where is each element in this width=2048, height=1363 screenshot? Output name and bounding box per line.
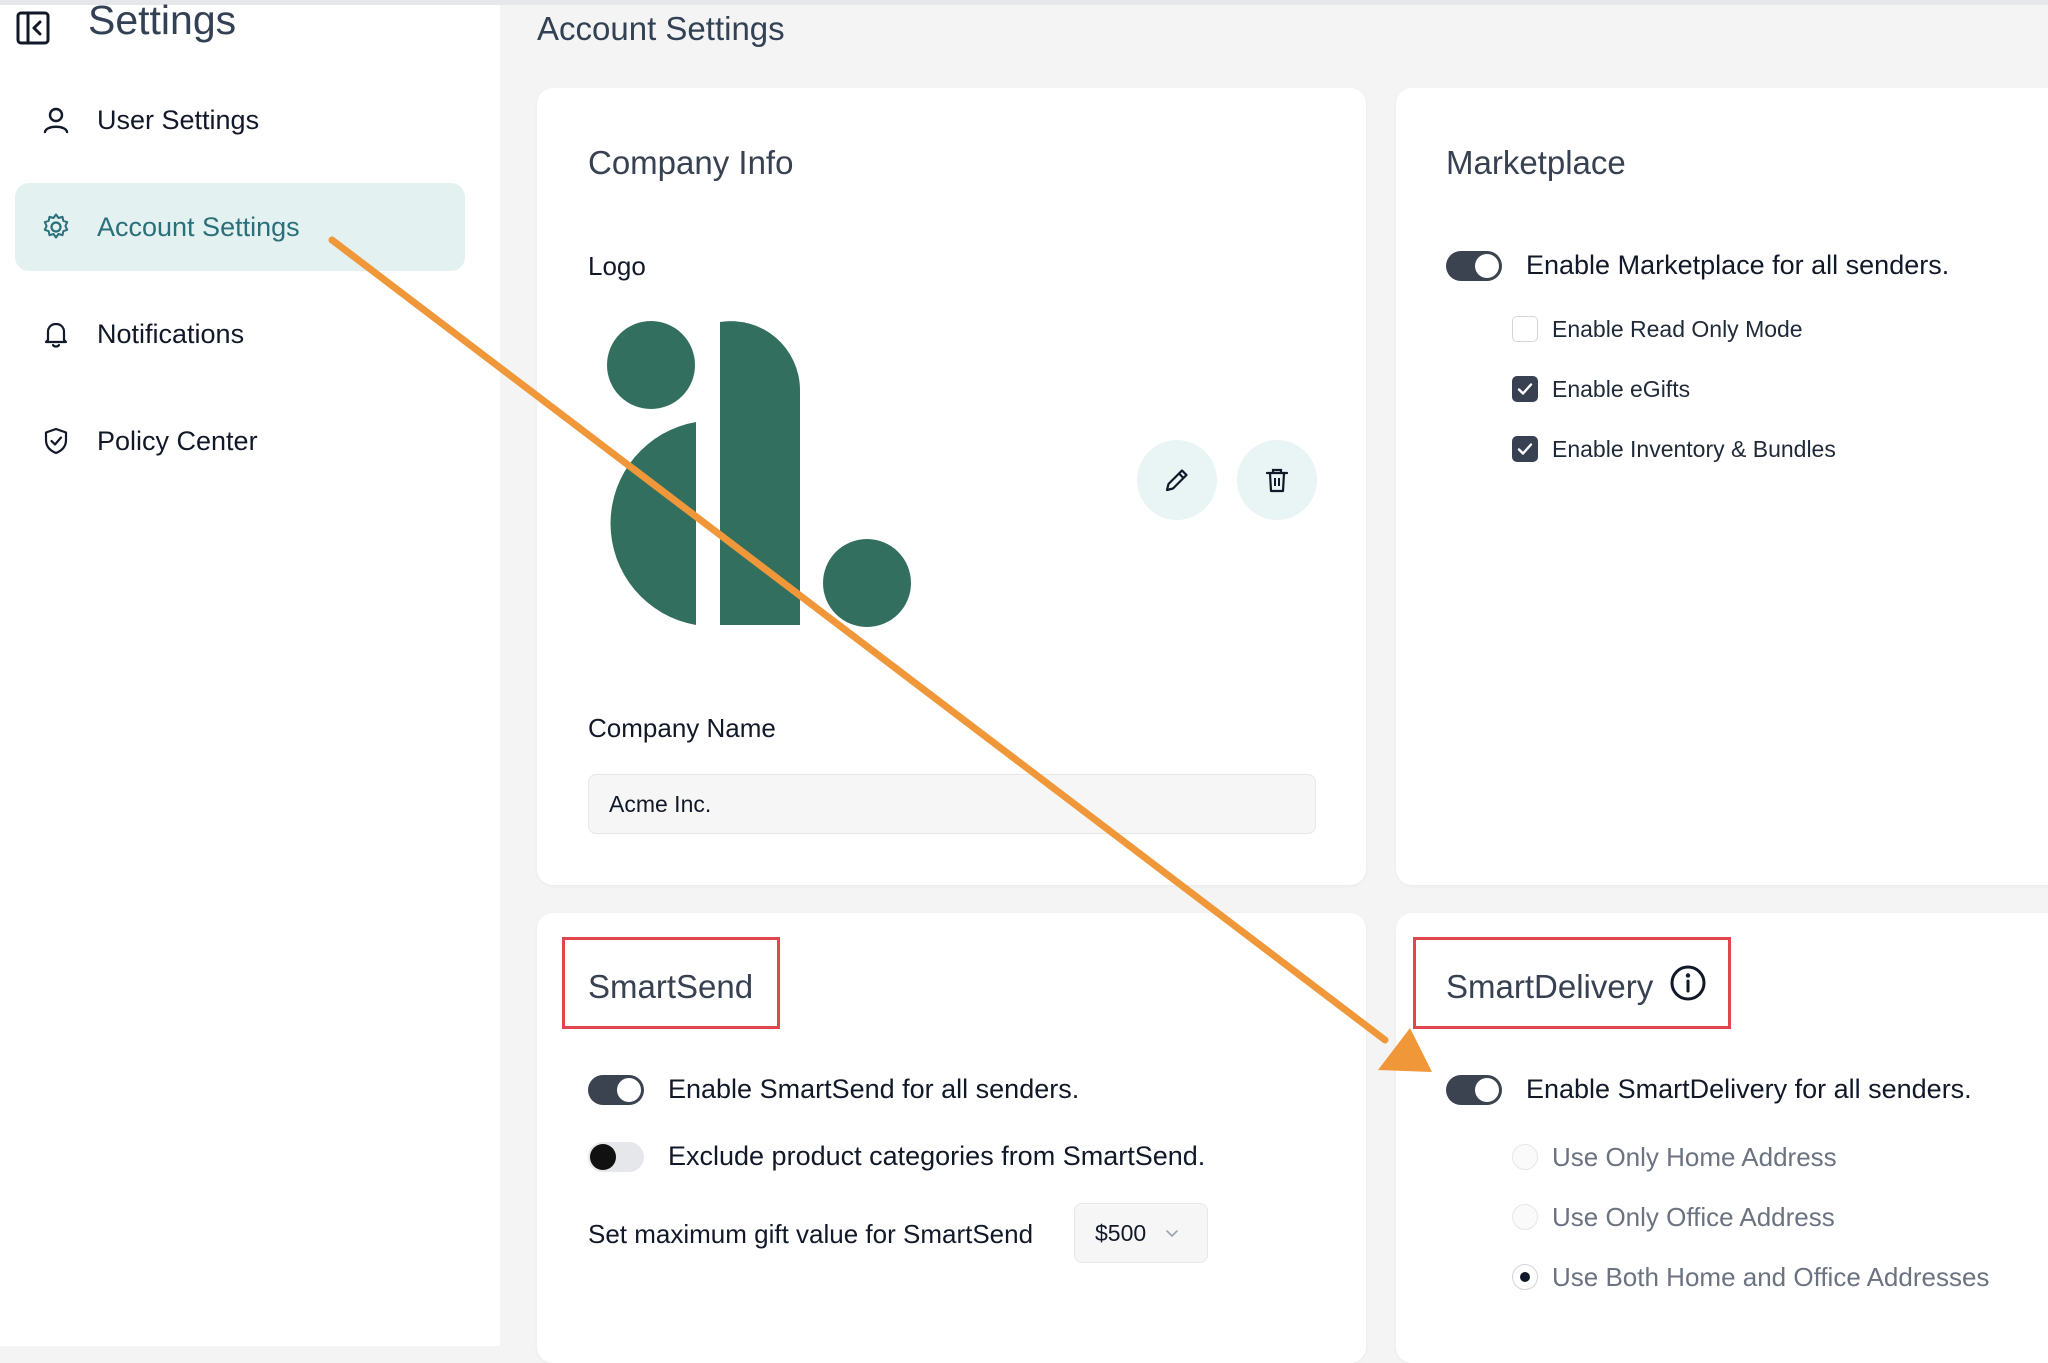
company-logo: [607, 321, 911, 627]
marketplace-card: [1396, 88, 2048, 885]
egifts-checkbox[interactable]: [1512, 376, 1538, 402]
max-gift-value: $500: [1095, 1219, 1147, 1246]
company-name-label: Company Name: [588, 713, 776, 743]
sidebar-item-label: Account Settings: [97, 211, 300, 242]
sidebar-item-notifications[interactable]: Notifications: [15, 290, 465, 378]
egifts-label: Enable eGifts: [1552, 376, 1691, 402]
smartsend-toggle-label: Enable SmartSend for all senders.: [668, 1074, 1080, 1104]
smartsend-highlight-box: [562, 937, 780, 1029]
marketplace-toggle[interactable]: [1446, 251, 1502, 281]
checkmark-icon: [1517, 383, 1533, 395]
delete-logo-button[interactable]: [1237, 440, 1317, 520]
sidebar-title: Settings: [88, 0, 237, 43]
inventory-bundles-label: Enable Inventory & Bundles: [1552, 436, 1836, 462]
edit-logo-button[interactable]: [1137, 440, 1217, 520]
chevron-down-icon: [1166, 1230, 1178, 1237]
sidebar-item-label: User Settings: [97, 104, 260, 135]
home-address-label: Use Only Home Address: [1552, 1142, 1837, 1172]
collapse-sidebar-icon[interactable]: [14, 9, 54, 49]
toggle-knob: [1475, 1078, 1499, 1102]
smartdelivery-highlight-box: [1413, 937, 1731, 1029]
sidebar: Settings User Settings Account Settings …: [0, 0, 500, 1346]
gear-icon: [43, 213, 69, 239]
page-title: Account Settings: [537, 10, 785, 47]
toggle-knob: [617, 1078, 641, 1102]
checkmark-icon: [1517, 443, 1533, 455]
radio-dot: [1520, 1272, 1530, 1282]
bell-icon: [44, 322, 68, 348]
marketplace-title: Marketplace: [1446, 144, 1626, 181]
smartsend-toggle[interactable]: [588, 1075, 644, 1105]
office-address-label: Use Only Office Address: [1552, 1202, 1835, 1232]
company-info-title: Company Info: [588, 144, 794, 181]
smartdelivery-toggle[interactable]: [1446, 1075, 1502, 1105]
company-name-input[interactable]: [588, 774, 1316, 834]
toggle-knob: [590, 1144, 616, 1170]
marketplace-toggle-label: Enable Marketplace for all senders.: [1526, 250, 1950, 280]
trash-icon: [1265, 468, 1289, 493]
shield-check-icon: [44, 427, 68, 455]
pencil-icon: [1165, 469, 1188, 492]
read-only-mode-checkbox[interactable]: [1512, 316, 1538, 342]
smartdelivery-toggle-label: Enable SmartDelivery for all senders.: [1526, 1074, 1972, 1104]
sidebar-item-policy-center[interactable]: Policy Center: [15, 397, 465, 485]
sidebar-item-label: Policy Center: [97, 425, 258, 456]
read-only-mode-label: Enable Read Only Mode: [1552, 316, 1803, 342]
exclude-categories-label: Exclude product categories from SmartSen…: [668, 1141, 1206, 1171]
both-addresses-radio[interactable]: [1512, 1264, 1538, 1290]
sidebar-item-user-settings[interactable]: User Settings: [15, 76, 465, 164]
user-icon: [43, 107, 69, 134]
sidebar-item-account-settings[interactable]: Account Settings: [15, 183, 465, 271]
exclude-categories-toggle[interactable]: [588, 1142, 644, 1172]
home-address-radio[interactable]: [1512, 1144, 1538, 1170]
toggle-knob: [1475, 254, 1499, 278]
logo-label: Logo: [588, 251, 646, 281]
both-addresses-label: Use Both Home and Office Addresses: [1552, 1262, 1990, 1292]
inventory-bundles-checkbox[interactable]: [1512, 436, 1538, 462]
office-address-radio[interactable]: [1512, 1204, 1538, 1230]
max-gift-label: Set maximum gift value for SmartSend: [588, 1219, 1034, 1249]
sidebar-item-label: Notifications: [97, 318, 245, 349]
max-gift-select[interactable]: $500: [1074, 1203, 1208, 1263]
